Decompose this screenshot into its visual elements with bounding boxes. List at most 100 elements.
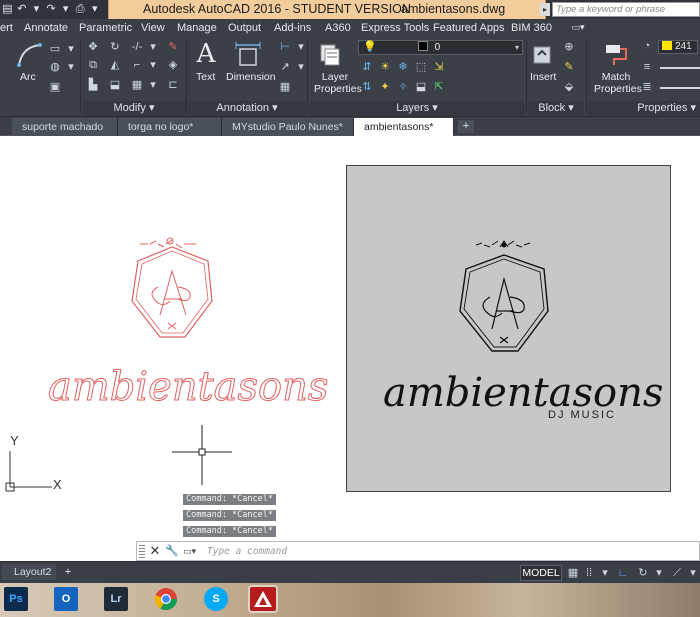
workspace-dropdown-icon[interactable]: ▾ — [89, 3, 100, 16]
tab-parametric[interactable]: Parametric — [79, 22, 132, 34]
leader-dropdown-icon[interactable]: ▾ — [294, 61, 308, 73]
tab-manage[interactable]: Manage — [177, 22, 217, 34]
lightroom-icon[interactable]: Lr — [104, 587, 128, 611]
ribbon-options-dropdown-icon[interactable]: ▭▾ — [568, 22, 588, 34]
hatch-icon[interactable]: ◍ — [48, 61, 62, 73]
array-icon[interactable]: ▦ — [130, 79, 144, 91]
file-tab[interactable]: suporte machado — [12, 118, 118, 136]
layers-panel-footer[interactable]: Layers ▾ — [309, 101, 525, 116]
match-properties-icon[interactable] — [604, 41, 628, 67]
offset-icon[interactable]: ⊏ — [166, 79, 180, 91]
rectangle-dropdown-icon[interactable]: ▾ — [64, 43, 78, 55]
quick-access-menu-icon[interactable]: ▤ — [2, 3, 13, 16]
search-expand-icon[interactable]: ▸ — [540, 3, 550, 16]
layer-properties-icon[interactable] — [318, 41, 342, 67]
skype-icon[interactable]: S — [204, 587, 228, 611]
file-tab[interactable]: MYstudio Paulo Nunes* — [222, 118, 354, 136]
layer-unisolate-icon[interactable]: ✦ — [378, 81, 392, 93]
explode-icon[interactable]: ◈ — [166, 59, 180, 71]
stretch-icon[interactable]: ▙ — [86, 79, 100, 91]
tab-view[interactable]: View — [141, 22, 165, 34]
layer-off-icon[interactable]: ⇵ — [360, 61, 374, 73]
redo-dropdown-icon[interactable]: ▾ — [60, 3, 71, 16]
block-label[interactable]: Block — [538, 102, 565, 114]
linetype-dropdown[interactable] — [660, 87, 700, 89]
plot-icon[interactable]: ⎙ — [75, 3, 86, 16]
mirror-icon[interactable]: ◭ — [108, 59, 122, 71]
boundary-icon[interactable]: ▣ — [48, 81, 62, 93]
autocad-taskbar-icon[interactable] — [248, 585, 278, 613]
edit-block-icon[interactable]: ✎ — [562, 61, 576, 73]
file-tab-active[interactable]: ambientasons* — [354, 118, 454, 136]
redo-icon[interactable]: ↷ — [46, 3, 57, 16]
array-dropdown-icon[interactable]: ▾ — [146, 79, 160, 91]
tab-output[interactable]: Output — [228, 22, 261, 34]
match-properties-label[interactable]: Match Properties — [594, 71, 642, 95]
trim-dropdown-icon[interactable]: ▾ — [146, 41, 160, 53]
modify-label[interactable]: Modify — [114, 102, 146, 114]
annotation-panel-footer[interactable]: Annotation ▾ — [188, 101, 306, 116]
block-attributes-icon[interactable]: ⬙ — [562, 81, 576, 93]
insert-block-icon[interactable] — [530, 41, 554, 67]
object-color-dropdown[interactable]: 241 — [658, 40, 698, 54]
copy-icon[interactable]: ⧉ — [86, 59, 100, 71]
tab-a360[interactable]: A360 — [325, 22, 351, 34]
layers-label[interactable]: Layers — [396, 102, 429, 114]
search-input[interactable]: Type a keyword or phrase — [552, 2, 700, 17]
layer-match-icon[interactable]: ⇱ — [432, 81, 446, 93]
polar-tracking-icon[interactable]: ↻ — [636, 565, 650, 581]
dimension-icon[interactable] — [234, 41, 262, 69]
tab-featured-apps[interactable]: Featured Apps — [433, 22, 505, 34]
photoshop-icon[interactable]: Ps — [4, 587, 28, 611]
rotate-icon[interactable]: ↻ — [108, 41, 122, 53]
wrench-icon[interactable]: 🔧 — [165, 544, 179, 558]
command-input[interactable]: Type a command — [207, 545, 687, 558]
snap-dropdown-icon[interactable]: ▾ — [598, 565, 612, 581]
scale-icon[interactable]: ⬓ — [108, 79, 122, 91]
rectangle-icon[interactable]: ▭ — [48, 43, 62, 55]
text-label[interactable]: Text — [196, 71, 215, 83]
move-icon[interactable]: ✥ — [86, 41, 100, 53]
layer-thaw-icon[interactable]: ✧ — [396, 81, 410, 93]
properties-label[interactable]: Properties — [637, 102, 687, 114]
linear-dimension-dropdown-icon[interactable]: ▾ — [294, 41, 308, 53]
new-tab-button[interactable]: + — [458, 120, 474, 133]
close-icon[interactable]: ✕ — [149, 544, 161, 558]
polar-dropdown-icon[interactable]: ▾ — [652, 565, 666, 581]
arc-icon[interactable] — [14, 41, 44, 69]
text-icon[interactable]: A — [194, 39, 218, 69]
grid-icon[interactable]: ▦ — [566, 565, 580, 581]
add-layout-button[interactable]: + — [60, 565, 76, 579]
lineweight-dropdown[interactable] — [660, 67, 700, 69]
drawing-canvas[interactable]: ambientasons ambientasons DJ MUSIC Y X C… — [0, 137, 700, 542]
properties-panel-footer[interactable]: Properties ▾ — [588, 101, 700, 116]
arc-label[interactable]: Arc — [20, 71, 36, 83]
undo-dropdown-icon[interactable]: ▾ — [31, 3, 42, 16]
make-current-icon[interactable]: ⇅ — [360, 81, 374, 93]
erase-icon[interactable]: ✎ — [166, 41, 180, 53]
block-panel-footer[interactable]: Block ▾ — [528, 101, 584, 116]
layer-walk-icon[interactable]: ⇲ — [432, 61, 446, 73]
chrome-icon[interactable] — [154, 587, 178, 611]
modify-panel-footer[interactable]: Modify ▾ — [82, 101, 186, 116]
recent-commands-icon[interactable]: ▭▾ — [183, 545, 203, 558]
layer-unlock-icon[interactable]: ⬓ — [414, 81, 428, 93]
table-icon[interactable]: ▦ — [278, 81, 292, 93]
annotation-label[interactable]: Annotation — [216, 102, 269, 114]
fillet-dropdown-icon[interactable]: ▾ — [146, 59, 160, 71]
fillet-icon[interactable]: ⌐ — [130, 59, 144, 71]
model-space-button[interactable]: MODEL — [520, 565, 562, 581]
layer-dropdown[interactable]: 💡 0 ▾ — [358, 40, 523, 55]
dimension-label[interactable]: Dimension — [226, 71, 276, 83]
tab-annotate[interactable]: Annotate — [24, 22, 68, 34]
undo-icon[interactable]: ↶ — [17, 3, 28, 16]
create-block-icon[interactable]: ⊕ — [562, 41, 576, 53]
insert-label[interactable]: Insert — [530, 71, 556, 83]
trim-icon[interactable]: -/- — [130, 41, 144, 53]
tab-insert[interactable]: ert — [0, 22, 13, 34]
layer-isolate-icon[interactable]: ☀ — [378, 61, 392, 73]
tab-add-ins[interactable]: Add-ins — [274, 22, 311, 34]
isodraft-dropdown-icon[interactable]: ▾ — [686, 565, 700, 581]
ortho-icon[interactable]: ∟ — [616, 565, 630, 581]
command-line-grip[interactable] — [139, 545, 145, 558]
